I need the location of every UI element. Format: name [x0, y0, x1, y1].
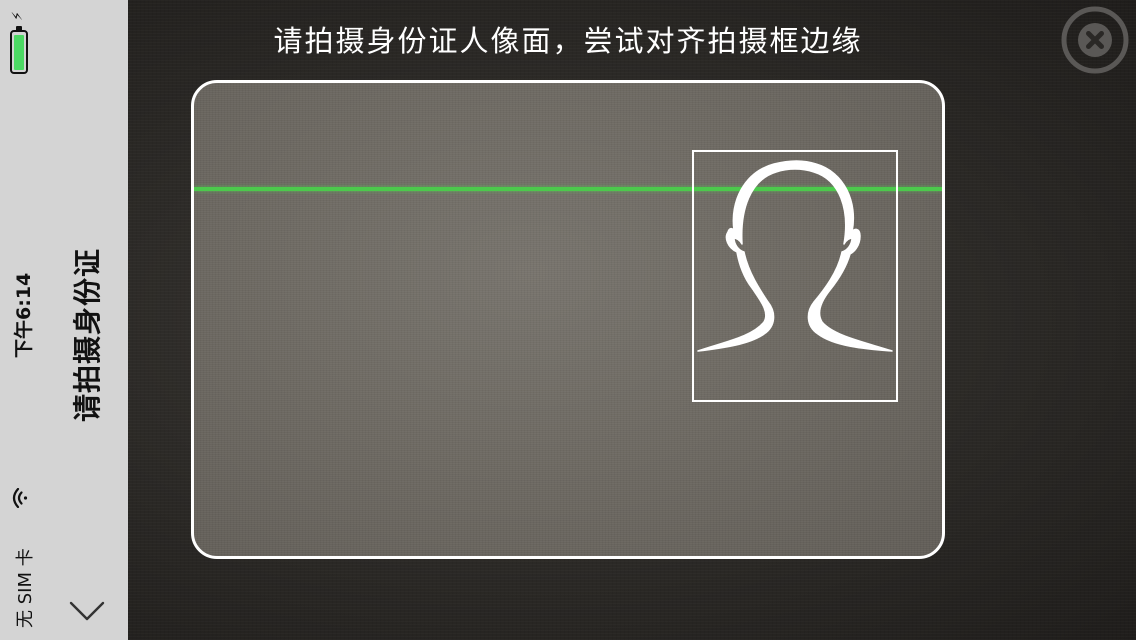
battery-icon [10, 26, 28, 74]
battery-level [14, 35, 24, 70]
status-carrier: 无 SIM 卡 [15, 548, 36, 628]
sidebar: ⚡ 下午6:14 请拍摄身份证 无 SIM 卡 [0, 0, 128, 640]
id-card-capture-screen: ⚡ 下午6:14 请拍摄身份证 无 SIM 卡 请拍摄身份证人像面，尝试对齐拍摄… [0, 0, 1136, 640]
wifi-icon [12, 488, 28, 508]
card-alignment-frame [191, 80, 945, 559]
close-icon[interactable] [1060, 5, 1130, 75]
charging-bolt-icon: ⚡ [9, 11, 26, 21]
portrait-silhouette-icon [697, 160, 893, 352]
page-title: 请拍摄身份证 [71, 247, 104, 422]
chevron-down-icon[interactable] [68, 598, 106, 624]
status-time: 下午6:14 [13, 272, 35, 358]
instruction-text: 请拍摄身份证人像面，尝试对齐拍摄框边缘 [273, 24, 863, 58]
portrait-frame [692, 150, 898, 402]
